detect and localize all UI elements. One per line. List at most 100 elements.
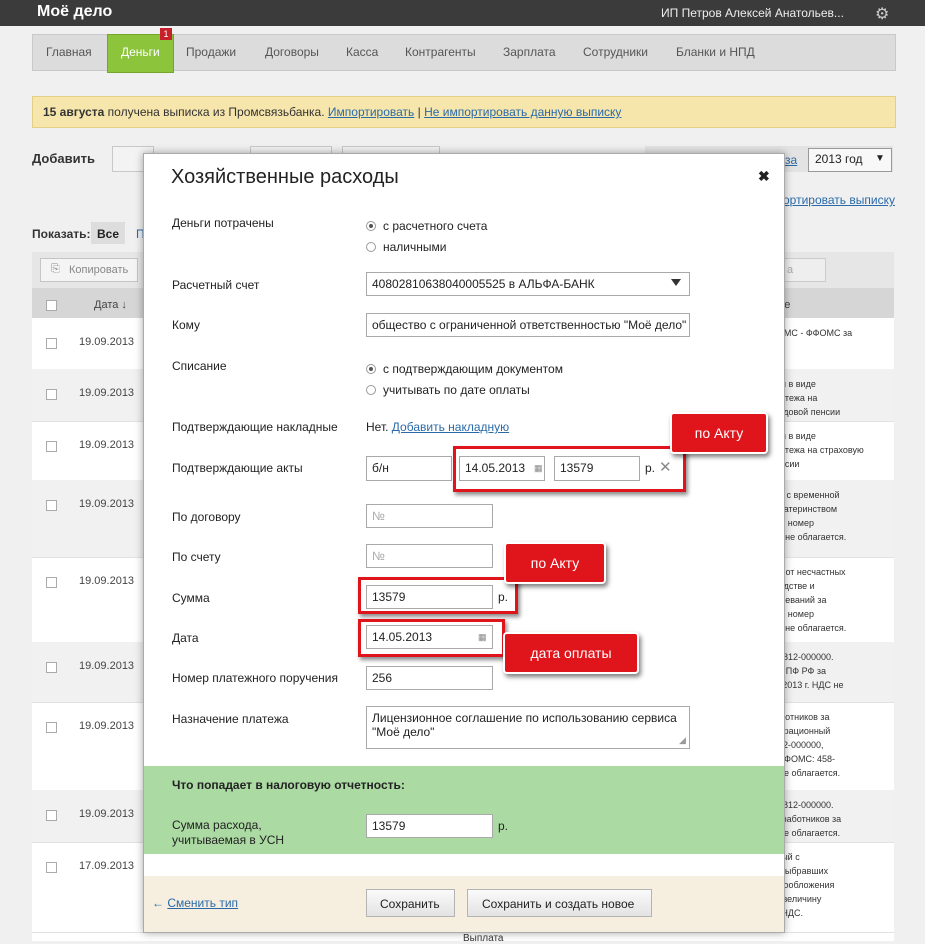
row-description-line: в ФФОМС: 458- (770, 754, 835, 764)
row-description-line: 87-812-000000. (770, 800, 834, 810)
tax-amount-currency: р. (498, 819, 509, 833)
gear-icon[interactable]: ⚙ (875, 4, 889, 24)
save-and-new-label: Сохранить и создать новое (482, 897, 635, 911)
radio-by-payment-date-label[interactable]: учитывать по дате оплаты (383, 383, 530, 397)
row-description: осы в виде платежа на страховую пенсии (770, 429, 892, 471)
tax-amount-value: 13579 (372, 819, 406, 833)
row-checkbox[interactable] (46, 500, 57, 511)
import-statement-link[interactable]: ортировать выписку (783, 193, 895, 207)
radio-from-account-label[interactable]: с расчетного счета (383, 219, 487, 233)
header-date[interactable]: Дата ↓ (94, 299, 127, 311)
nav-item-contracts[interactable]: Договоры (265, 45, 319, 59)
add-invoice-link[interactable]: Добавить накладную (392, 420, 509, 434)
save-and-new-button[interactable]: Сохранить и создать новое (467, 889, 652, 917)
row-checkbox[interactable] (46, 862, 57, 873)
tax-title: Что попадает в налоговую отчетность: (172, 778, 405, 792)
row-checkbox[interactable] (46, 338, 57, 349)
notice-bar: 15 августа получена выписка из Промсвязь… (32, 96, 896, 128)
period-link[interactable]: за (785, 153, 797, 167)
act-number-input[interactable]: б/н (366, 456, 452, 481)
row-description-line: трудовой пенсии (770, 407, 841, 417)
row-description-line: ДС не облагается. (770, 532, 847, 542)
right-table-button[interactable]: а (780, 258, 826, 282)
radio-cash-label[interactable]: наличными (383, 240, 446, 254)
contract-placeholder: № (372, 509, 385, 523)
arrow-left-icon: ← (152, 896, 164, 910)
copy-icon: ⎘ (51, 263, 60, 275)
app-logo[interactable]: Моё дело (37, 3, 112, 21)
account-value: 40802810638040005525 в АЛЬФА-БАНК (372, 277, 595, 291)
invoices-label: Подтверждающие накладные (172, 420, 338, 434)
save-button[interactable]: Сохранить (366, 889, 455, 917)
close-icon[interactable]: ✖ (758, 168, 770, 185)
spent-label: Деньги потрачены (172, 216, 274, 230)
payment-order-value: 256 (372, 671, 393, 685)
row-date: 19.09.2013 (79, 808, 135, 820)
purpose-textarea[interactable]: Лицензионное соглашение по использованию… (366, 706, 690, 749)
select-all-checkbox[interactable] (46, 300, 57, 311)
nav-item-employees[interactable]: Сотрудники (583, 45, 648, 59)
row-checkbox[interactable] (46, 722, 57, 733)
row-description-line: С не облагается. (770, 768, 841, 778)
row-description-line: ДС не облагается. (770, 623, 847, 633)
row-description-line: Рег. номер (770, 518, 814, 528)
resize-handle-icon[interactable]: ◢ (679, 735, 686, 746)
radio-with-document-label[interactable]: с подтверждающим документом (383, 362, 563, 376)
contract-input[interactable]: № (366, 504, 493, 528)
radio-with-document[interactable] (366, 364, 376, 374)
row-description-line: рь 2013 г. НДС не (770, 680, 844, 690)
copy-label: Копировать (69, 264, 129, 276)
import-link[interactable]: Импортировать (328, 105, 414, 119)
purpose-line-2: "Моё дело" (372, 725, 435, 739)
nav-item-salary[interactable]: Зарплата (503, 45, 556, 59)
purpose-line-1: Лицензионное соглашение по использованию… (372, 711, 677, 725)
row-description-line: емый с (770, 852, 800, 862)
row-description-line: и материнством (770, 504, 838, 514)
save-button-label: Сохранить (380, 897, 440, 911)
row-checkbox[interactable] (46, 810, 57, 821)
bottom-caption: Выплата (463, 933, 504, 944)
radio-by-payment-date[interactable] (366, 385, 376, 395)
nav-item-cash[interactable]: Касса (346, 45, 378, 59)
nav-item-contractors[interactable]: Контрагенты (405, 45, 476, 59)
row-description-line: работников за (770, 712, 830, 722)
recipient-input[interactable]: общество с ограниченной ответственностью… (366, 313, 690, 337)
row-description: работников за истрационный -812-000000, в Ф… (770, 710, 892, 780)
user-name[interactable]: ИП Петров Алексей Анатольев... (661, 6, 844, 20)
annotation-sum-box (358, 577, 518, 614)
row-date: 19.09.2013 (79, 387, 135, 399)
invoices-none: Нет. (366, 420, 389, 434)
notice-text: 15 августа получена выписка из Промсвязь… (43, 105, 621, 119)
annotation-date-label: дата оплаты (503, 632, 639, 674)
annotation-date-box (358, 619, 505, 657)
radio-cash[interactable] (366, 242, 376, 252)
account-select[interactable]: 40802810638040005525 в АЛЬФА-БАНК (366, 272, 690, 296)
row-checkbox[interactable] (46, 389, 57, 400)
nav-item-forms[interactable]: Бланки и НПД (676, 45, 755, 59)
row-description-line: -812-000000, (770, 740, 824, 750)
row-checkbox[interactable] (46, 441, 57, 452)
annotation-act-box (453, 446, 686, 492)
radio-from-account[interactable] (366, 221, 376, 231)
row-description-line: ез НДС. (770, 908, 804, 918)
change-type-link[interactable]: ← Сменить тип (152, 896, 238, 910)
copy-button[interactable]: ⎘ Копировать (40, 258, 138, 282)
invoice-input[interactable]: № (366, 544, 493, 568)
skip-import-link[interactable]: Не импортировать данную выписку (424, 105, 621, 119)
row-checkbox[interactable] (46, 577, 57, 588)
row-description-line: осы в виде (770, 379, 816, 389)
chevron-down-icon (671, 279, 681, 286)
nav-item-home[interactable]: Главная (46, 45, 92, 59)
nav-item-sales[interactable]: Продажи (186, 45, 236, 59)
row-checkbox[interactable] (46, 662, 57, 673)
payment-order-input[interactable]: 256 (366, 666, 493, 690)
chevron-down-icon: ▼ (875, 153, 885, 164)
year-select[interactable]: 2013 год ▼ (808, 148, 892, 172)
row-description-line: ФОМС - ФФОМС за (770, 328, 853, 338)
year-value: 2013 год (815, 152, 863, 166)
tax-amount-input[interactable]: 13579 (366, 814, 493, 838)
annotation-sum-label: по Акту (504, 542, 606, 584)
show-all-filter[interactable]: Все (91, 222, 125, 244)
row-description-line: болеваний за (770, 595, 827, 605)
tax-section: Что попадает в налоговую отчетность: Сум… (144, 766, 784, 854)
